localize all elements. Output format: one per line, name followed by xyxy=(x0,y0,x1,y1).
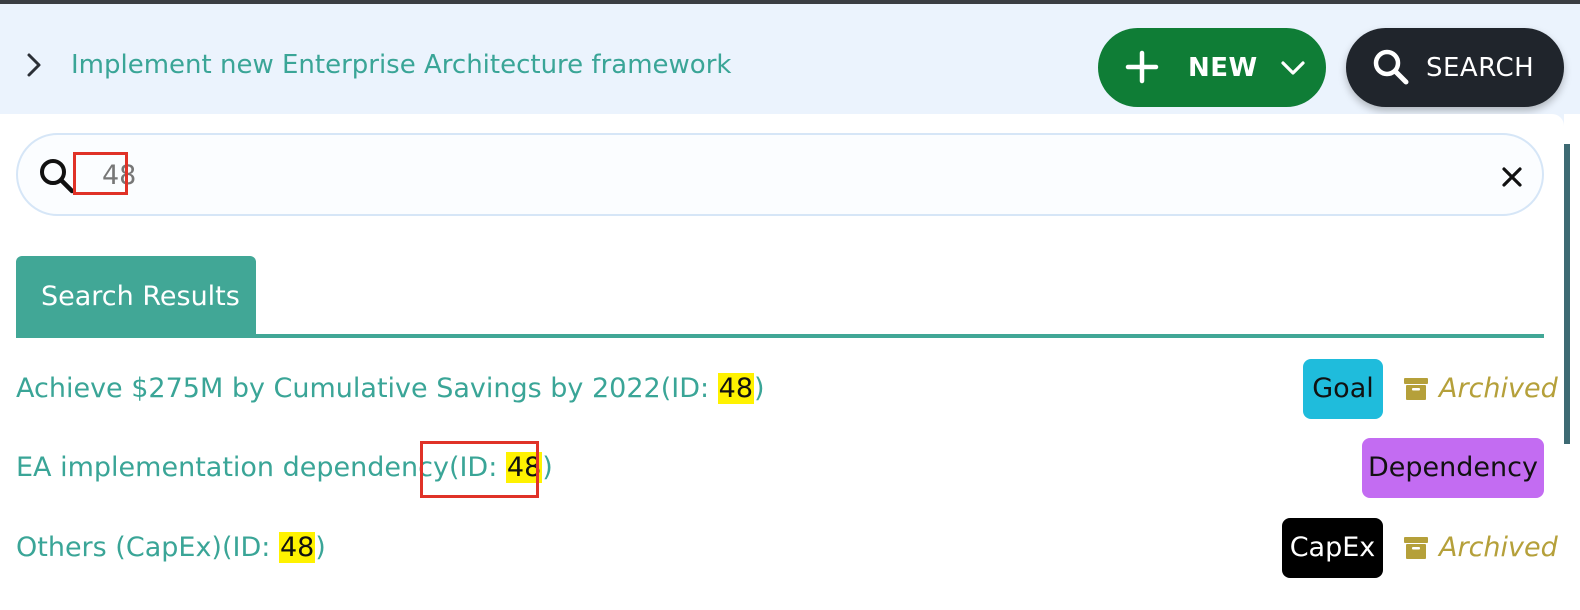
search-button-label: SEARCH xyxy=(1426,53,1535,83)
archive-box-icon xyxy=(1403,376,1429,402)
result-id-prefix: (ID: xyxy=(221,532,279,563)
archived-status: Archived xyxy=(1403,530,1558,566)
search-button[interactable]: SEARCH xyxy=(1346,28,1564,107)
new-button-label: NEW xyxy=(1188,53,1258,83)
result-link[interactable]: Achieve $275M by Cumulative Savings by 2… xyxy=(16,371,765,407)
search-field[interactable] xyxy=(16,133,1544,216)
type-badge-dependency: Dependency xyxy=(1362,438,1544,498)
result-title: Achieve $275M by Cumulative Savings by 2… xyxy=(16,373,661,404)
result-row: EA implementation dependency(ID: 48) Dep… xyxy=(16,438,1544,498)
tab-underline xyxy=(16,334,1544,338)
archived-label: Archived xyxy=(1439,373,1558,404)
chevron-down-icon[interactable] xyxy=(1280,56,1306,78)
search-icon xyxy=(38,157,76,195)
result-title: Others (CapEx) xyxy=(16,532,222,563)
archive-box-icon xyxy=(1403,535,1429,561)
type-badge-goal: Goal xyxy=(1303,359,1383,419)
result-id-match: 48 xyxy=(717,373,755,404)
result-id-suffix: ) xyxy=(754,373,765,404)
result-id-suffix: ) xyxy=(315,532,326,563)
result-link[interactable]: EA implementation dependency(ID: 48) xyxy=(16,450,553,486)
chevron-right-icon xyxy=(22,51,46,79)
result-row: Achieve $275M by Cumulative Savings by 2… xyxy=(16,359,1558,419)
result-link[interactable]: Others (CapEx)(ID: 48) xyxy=(16,530,326,566)
search-input[interactable] xyxy=(88,149,1468,201)
archived-status: Archived xyxy=(1403,371,1558,407)
new-button[interactable]: NEW xyxy=(1098,28,1326,107)
page-scrollbar-area xyxy=(1564,114,1580,610)
page-scrollbar-thumb[interactable] xyxy=(1564,144,1570,444)
type-badge-capex: CapEx xyxy=(1282,518,1383,578)
result-id-suffix: ) xyxy=(542,452,553,483)
result-row: Others (CapEx)(ID: 48) CapEx Archived xyxy=(16,518,1558,578)
result-id-prefix: (ID: xyxy=(660,373,718,404)
result-title: EA implementation dependency xyxy=(16,452,449,483)
archived-label: Archived xyxy=(1439,532,1558,563)
plus-icon xyxy=(1125,50,1159,84)
breadcrumb-current[interactable]: Implement new Enterprise Architecture fr… xyxy=(71,48,731,82)
result-id-match: 48 xyxy=(278,532,316,563)
breadcrumb-previous-fragment[interactable] xyxy=(0,54,4,76)
result-id-match: 48 xyxy=(505,452,543,483)
result-id-prefix: (ID: xyxy=(448,452,506,483)
tab-search-results[interactable]: Search Results xyxy=(16,256,256,338)
close-icon[interactable] xyxy=(1500,165,1524,189)
search-icon xyxy=(1372,48,1410,86)
